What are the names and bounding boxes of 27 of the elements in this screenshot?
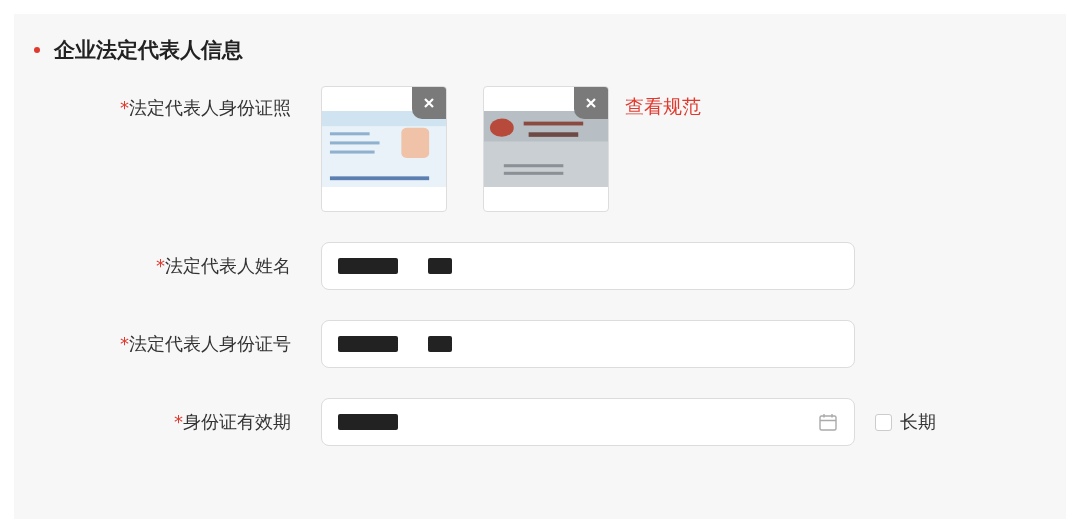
field-label: 法定代表人身份证号 [129,333,291,354]
required-mark: * [174,411,183,432]
photo-thumbnail[interactable] [483,86,609,212]
calendar-icon [818,412,838,432]
required-mark: * [120,97,129,118]
field-label: 法定代表人身份证照 [129,97,291,118]
redaction-mark [428,336,452,352]
close-button[interactable] [574,87,608,119]
redaction-mark [428,258,452,274]
field-label: 身份证有效期 [183,411,291,432]
close-icon [423,97,435,109]
photo-thumbnail[interactable] [321,86,447,212]
input-field[interactable] [321,320,855,368]
section-title: 企业法定代表人信息 [54,37,243,64]
long-term-checkbox[interactable]: 长期 [875,410,936,434]
input-field[interactable] [321,242,855,290]
bullet-icon [34,47,40,53]
redaction-mark [338,258,398,274]
date-field[interactable] [321,398,855,446]
redaction-mark [338,414,398,430]
close-icon [585,97,597,109]
field-label: 法定代表人姓名 [165,255,291,276]
guideline-link[interactable]: 查看规范 [625,94,701,120]
close-button[interactable] [412,87,446,119]
required-mark: * [156,255,165,276]
redaction-mark [338,336,398,352]
required-mark: * [120,333,129,354]
